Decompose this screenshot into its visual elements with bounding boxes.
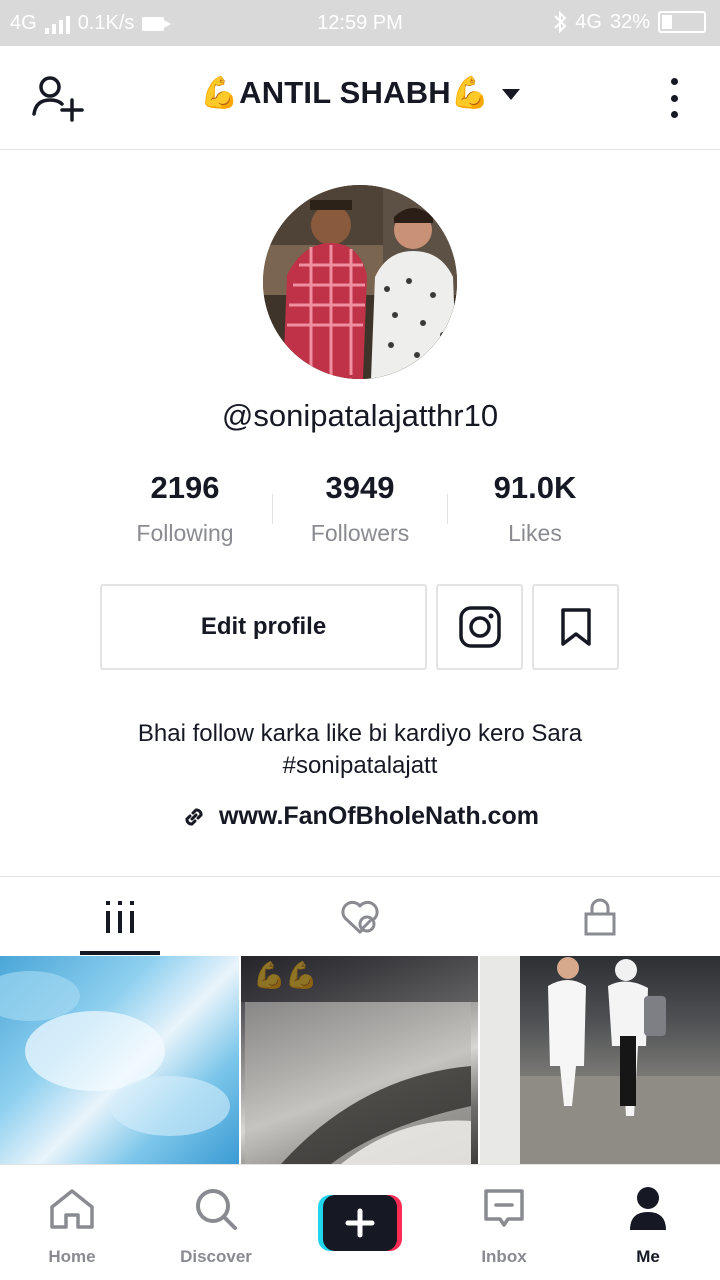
- link-text: www.FanOfBholeNath.com: [219, 802, 539, 830]
- favorites-button[interactable]: [532, 584, 619, 670]
- nav-me[interactable]: Me: [588, 1185, 708, 1267]
- video-thumbnail[interactable]: 💪💪: [241, 956, 478, 1164]
- plus-icon: [318, 1195, 402, 1251]
- lock-icon: [584, 898, 616, 936]
- edit-profile-button[interactable]: Edit profile: [100, 584, 427, 670]
- stat-following[interactable]: 2196 Following: [97, 470, 273, 547]
- inbox-icon: [484, 1189, 524, 1227]
- nav-discover[interactable]: Discover: [156, 1185, 276, 1267]
- home-icon: [50, 1189, 94, 1229]
- search-icon: [196, 1189, 237, 1230]
- bio-line: Bhai follow karka like bi kardiyo kero S…: [137, 720, 583, 747]
- thumbnail-image: [480, 956, 720, 1164]
- instagram-icon: [458, 606, 501, 648]
- profile-bio: Bhai follow karka like bi kardiyo kero S…: [60, 718, 660, 782]
- caret-down-icon: [501, 89, 520, 100]
- thumbnail-image: [0, 971, 230, 1136]
- nav-me-label: Me: [636, 1247, 660, 1266]
- battery-percent: 32%: [609, 10, 650, 33]
- status-bar: 4G 0.1K/s 12:59 PM 4G 32%: [0, 0, 720, 46]
- tab-private[interactable]: [480, 877, 720, 957]
- nav-inbox-label: Inbox: [481, 1247, 527, 1266]
- stat-followers[interactable]: 3949 Followers: [272, 470, 448, 547]
- nav-inbox[interactable]: Inbox: [444, 1185, 564, 1267]
- battery-icon: [658, 11, 706, 33]
- username: @sonipatalajatthr10: [221, 398, 499, 433]
- create-video-button[interactable]: [318, 1195, 402, 1251]
- nav-home[interactable]: Home: [12, 1185, 132, 1267]
- account-switcher[interactable]: 💪ANTIL SHABH💪: [0, 74, 720, 111]
- tab-videos[interactable]: [0, 877, 240, 957]
- active-tab-indicator: [80, 951, 160, 955]
- page-title: 💪ANTIL SHABH💪: [200, 75, 490, 110]
- tab-liked[interactable]: [240, 877, 480, 957]
- nav-home-label: Home: [48, 1247, 96, 1266]
- bookmark-icon: [560, 608, 591, 646]
- following-count: 2196: [150, 470, 220, 505]
- bottom-nav: Home Discover Inbox Me: [0, 1164, 720, 1280]
- avatar-photo: [263, 185, 457, 379]
- profile-icon: [630, 1187, 666, 1230]
- content-tabs: [0, 876, 720, 956]
- likes-label: Likes: [508, 520, 562, 546]
- stat-likes[interactable]: 91.0K Likes: [447, 470, 623, 547]
- likes-count: 91.0K: [493, 470, 577, 505]
- bluetooth-icon: [554, 10, 567, 34]
- profile-link[interactable]: www.FanOfBholeNath.com: [0, 802, 720, 831]
- followers-count: 3949: [325, 470, 395, 505]
- more-dot-icon: [670, 78, 678, 85]
- video-thumbnail[interactable]: [0, 956, 239, 1164]
- grid-icon: [106, 901, 134, 933]
- video-thumbnail[interactable]: [480, 956, 720, 1164]
- avatar[interactable]: [263, 185, 457, 379]
- instagram-button[interactable]: [436, 584, 523, 670]
- following-label: Following: [136, 520, 234, 546]
- network-type-right: 4G: [575, 10, 602, 33]
- profile-header: 💪ANTIL SHABH💪: [0, 46, 720, 150]
- video-grid: 💪💪: [0, 956, 720, 1164]
- status-right: 4G 32%: [553, 10, 706, 34]
- nav-discover-label: Discover: [180, 1247, 252, 1266]
- followers-label: Followers: [310, 520, 410, 546]
- link-icon: [185, 808, 203, 825]
- more-dot-icon: [670, 94, 678, 102]
- bio-hashtag[interactable]: #sonipatalajatt: [60, 750, 660, 782]
- more-dot-icon: [670, 111, 678, 118]
- profile-stats: 2196 Following 3949 Followers 91.0K Like…: [97, 470, 623, 550]
- thumbnail-image: [241, 956, 478, 1164]
- hidden-heart-icon: [341, 900, 379, 934]
- more-options-button[interactable]: [664, 78, 684, 118]
